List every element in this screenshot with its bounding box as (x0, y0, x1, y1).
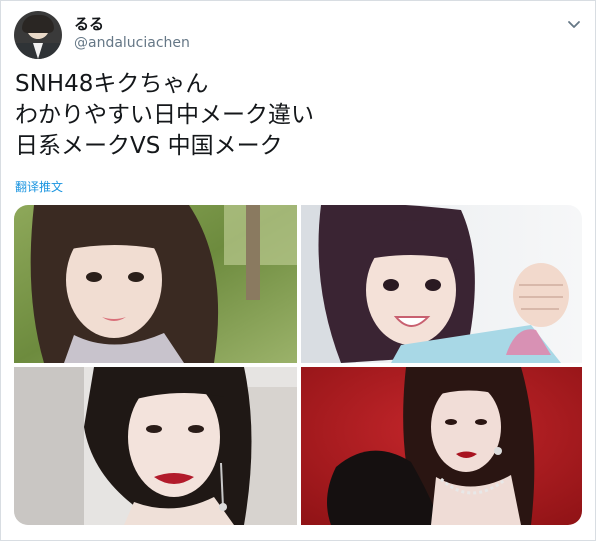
user-handle[interactable]: @andaluciachen (74, 35, 190, 51)
photo-1[interactable] (14, 205, 297, 363)
tweet-text-line: SNH48キクちゃん (15, 71, 209, 97)
photo-4[interactable] (301, 367, 582, 525)
chevron-down-icon[interactable] (565, 15, 583, 33)
tweet-text-line: 日系メークVS 中国メーク (15, 133, 283, 159)
tweet-text-line: わかりやすい日中メーク違い (15, 102, 314, 128)
tweet-card: るる @andaluciachen SNH48キクちゃん わかりやすい日中メーク… (0, 0, 596, 541)
display-name[interactable]: るる (74, 13, 104, 34)
tweet-text: SNH48キクちゃん わかりやすい日中メーク違い 日系メークVS 中国メーク (15, 69, 314, 162)
avatar[interactable] (14, 11, 62, 59)
photo-3[interactable] (14, 367, 297, 525)
photo-2[interactable] (301, 205, 582, 363)
photo-grid (14, 205, 582, 525)
translate-tweet-link[interactable]: 翻译推文 (15, 178, 63, 195)
avatar-hair (22, 15, 54, 33)
